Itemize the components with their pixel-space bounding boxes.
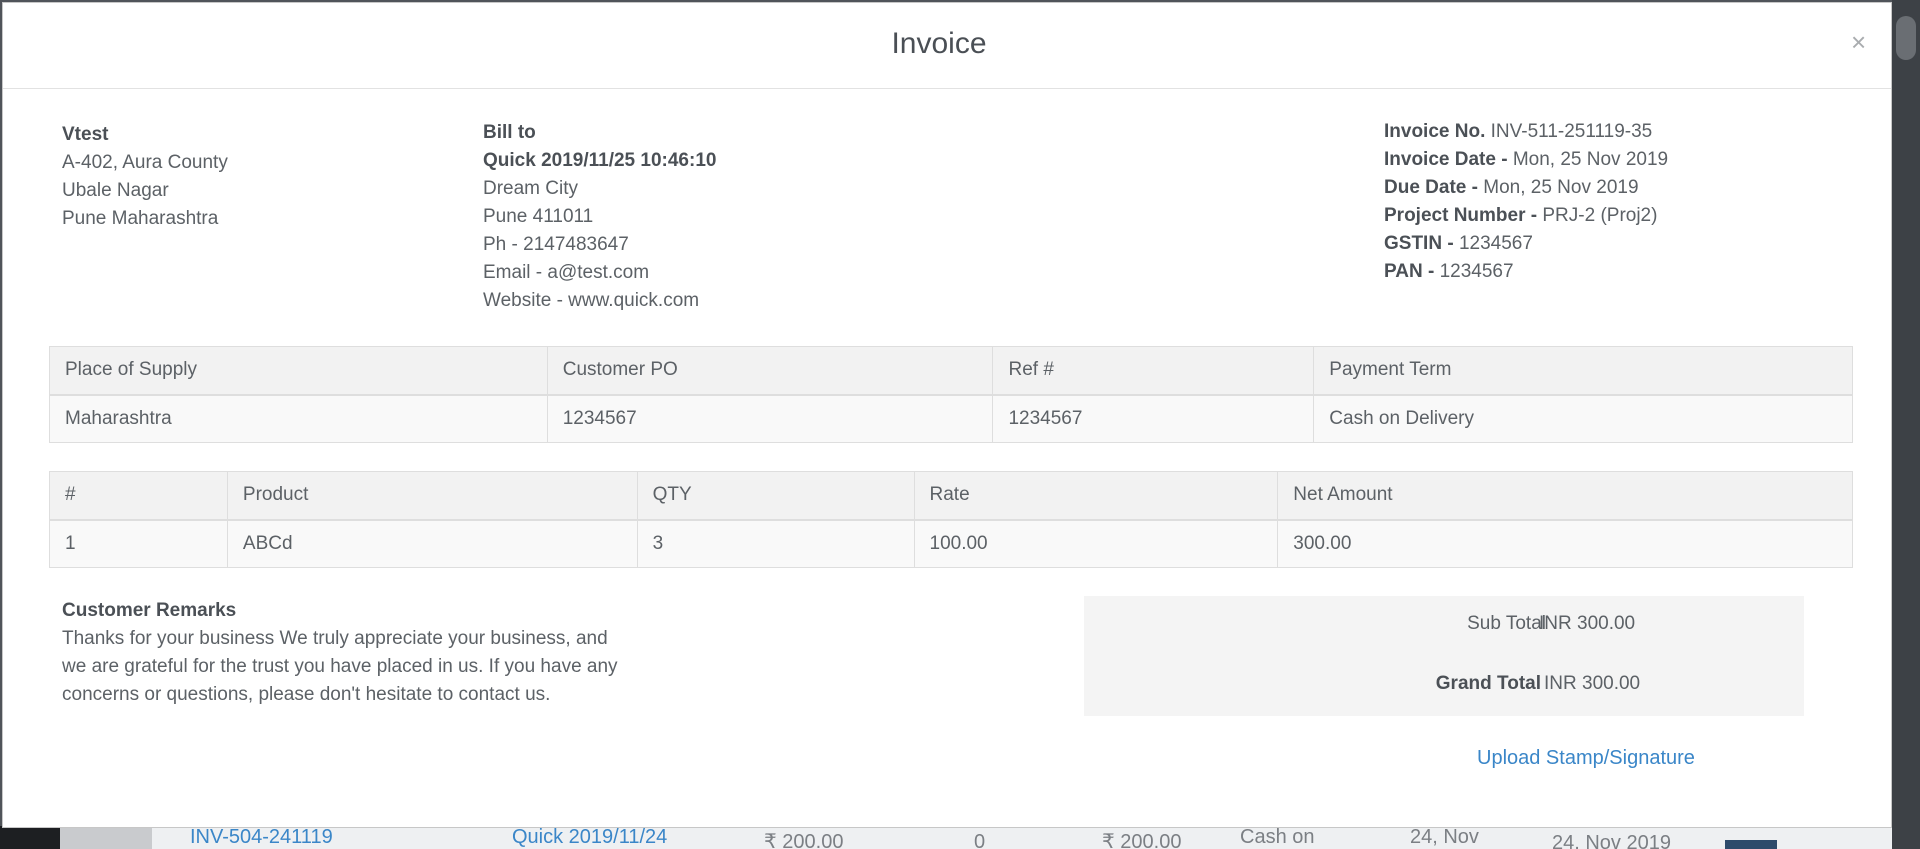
- items-table: # Product QTY Rate Net Amount 1 ABCd 3 1…: [49, 471, 1853, 568]
- invoice-meta: Invoice No. INV-511-251119-35 Invoice Da…: [1384, 118, 1668, 286]
- invoice-date-row: Invoice Date - Mon, 25 Nov 2019: [1384, 146, 1668, 174]
- scrollbar-thumb[interactable]: [1896, 16, 1916, 60]
- gstin: 1234567: [1458, 233, 1533, 254]
- project-number-row: Project Number - PRJ-2 (Proj2): [1384, 202, 1668, 230]
- pan-row: PAN - 1234567: [1384, 258, 1668, 286]
- invoice-date-label: Invoice Date -: [1384, 149, 1508, 170]
- bill-to-line: Pune 411011: [483, 206, 594, 227]
- modal-title: Invoice: [891, 27, 987, 60]
- totals-box: Sub Total INR 300.00 Grand Total INR 300…: [1084, 596, 1804, 716]
- customer-po: 1234567: [546, 394, 994, 443]
- close-icon[interactable]: ×: [1851, 29, 1866, 55]
- sub-total-label: Sub Total: [1467, 613, 1546, 634]
- background-amount: ₹ 200.00: [764, 831, 844, 849]
- remarks-heading: Customer Remarks: [62, 600, 237, 621]
- seller-address-line: A-402, Aura County: [62, 152, 228, 173]
- table-header-row: Place of Supply Customer PO Ref # Paymen…: [49, 346, 1853, 395]
- column-header: QTY: [636, 471, 915, 520]
- column-header: Product: [226, 471, 638, 520]
- background-customer-link[interactable]: Quick 2019/11/24: [512, 826, 667, 849]
- pan: 1234567: [1439, 261, 1514, 282]
- background-amount-2: ₹ 200.00: [1102, 831, 1182, 849]
- gstin-label: GSTIN -: [1384, 233, 1454, 254]
- pan-label: PAN -: [1384, 261, 1435, 282]
- gstin-row: GSTIN - 1234567: [1384, 230, 1668, 258]
- payment-term: Cash on Delivery: [1313, 394, 1853, 443]
- background-column: [60, 826, 152, 849]
- table-row: Maharashtra 1234567 1234567 Cash on Deli…: [49, 394, 1853, 443]
- seller-name: Vtest: [62, 124, 109, 145]
- project-number: PRJ-2 (Proj2): [1542, 205, 1658, 226]
- bill-to-line: Dream City: [483, 178, 579, 199]
- item-product: ABCd: [226, 519, 638, 568]
- ref-number: 1234567: [992, 394, 1315, 443]
- background-qty: 0: [974, 831, 986, 849]
- background-table: INV-504-241119 Quick 2019/11/24 ₹ 200.00…: [0, 826, 1900, 849]
- sub-total-value: INR 300.00: [1539, 613, 1636, 634]
- grand-total-label: Grand Total: [1435, 673, 1541, 694]
- bill-to-phone: Ph - 2147483647: [483, 234, 629, 255]
- seller-address-line: Pune Maharashtra: [62, 208, 219, 229]
- background-term: Cash on: [1240, 826, 1315, 848]
- invoice-number-label: Invoice No.: [1384, 121, 1486, 142]
- background-sidebar: [0, 826, 60, 849]
- item-rate: 100.00: [913, 519, 1279, 568]
- column-header: #: [49, 471, 228, 520]
- background-action-button[interactable]: [1725, 840, 1777, 849]
- bill-to-customer: Quick 2019/11/25 10:46:10: [483, 150, 717, 171]
- background-row: INV-504-241119 Quick 2019/11/24 ₹ 200.00…: [152, 826, 1852, 849]
- background-invoice-link[interactable]: INV-504-241119: [190, 826, 333, 849]
- table-header-row: # Product QTY Rate Net Amount: [49, 471, 1853, 520]
- customer-remarks: Customer Remarks Thanks for your busines…: [62, 597, 632, 709]
- column-header: Rate: [913, 471, 1279, 520]
- grand-total-value: INR 300.00: [1544, 673, 1641, 694]
- seller-address: Vtest A-402, Aura County Ubale Nagar Pun…: [62, 121, 228, 233]
- table-row: 1 ABCd 3 100.00 300.00: [49, 519, 1853, 568]
- column-header: Customer PO: [546, 346, 994, 395]
- project-number-label: Project Number -: [1384, 205, 1538, 226]
- supply-table: Place of Supply Customer PO Ref # Paymen…: [49, 346, 1853, 443]
- column-header: Net Amount: [1277, 471, 1853, 520]
- bill-to-heading: Bill to: [483, 122, 536, 143]
- item-index: 1: [49, 519, 228, 568]
- modal-header: Invoice ×: [3, 3, 1891, 89]
- background-date: 24, Nov: [1410, 826, 1479, 848]
- background-date-2: 24, Nov 2019: [1552, 832, 1671, 849]
- invoice-number-row: Invoice No. INV-511-251119-35: [1384, 118, 1668, 146]
- seller-address-line: Ubale Nagar: [62, 180, 169, 201]
- invoice-number: INV-511-251119-35: [1490, 121, 1653, 142]
- column-header: Payment Term: [1313, 346, 1853, 395]
- remarks-text: Thanks for your business We truly apprec…: [62, 628, 618, 705]
- bill-to-block: Bill to Quick 2019/11/25 10:46:10 Dream …: [483, 119, 716, 315]
- item-net-amount: 300.00: [1277, 519, 1853, 568]
- page-scrollbar[interactable]: [1892, 0, 1920, 849]
- due-date-row: Due Date - Mon, 25 Nov 2019: [1384, 174, 1668, 202]
- due-date: Mon, 25 Nov 2019: [1483, 177, 1639, 198]
- invoice-date: Mon, 25 Nov 2019: [1512, 149, 1669, 170]
- column-header: Ref #: [992, 346, 1315, 395]
- bill-to-website: Website - www.quick.com: [483, 290, 700, 311]
- invoice-modal: Invoice × Vtest A-402, Aura County Ubale…: [2, 2, 1892, 828]
- due-date-label: Due Date -: [1384, 177, 1478, 198]
- column-header: Place of Supply: [49, 346, 548, 395]
- bill-to-email: Email - a@test.com: [483, 262, 650, 283]
- place-of-supply: Maharashtra: [49, 394, 548, 443]
- item-qty: 3: [636, 519, 915, 568]
- upload-stamp-signature-link[interactable]: Upload Stamp/Signature: [1477, 747, 1695, 770]
